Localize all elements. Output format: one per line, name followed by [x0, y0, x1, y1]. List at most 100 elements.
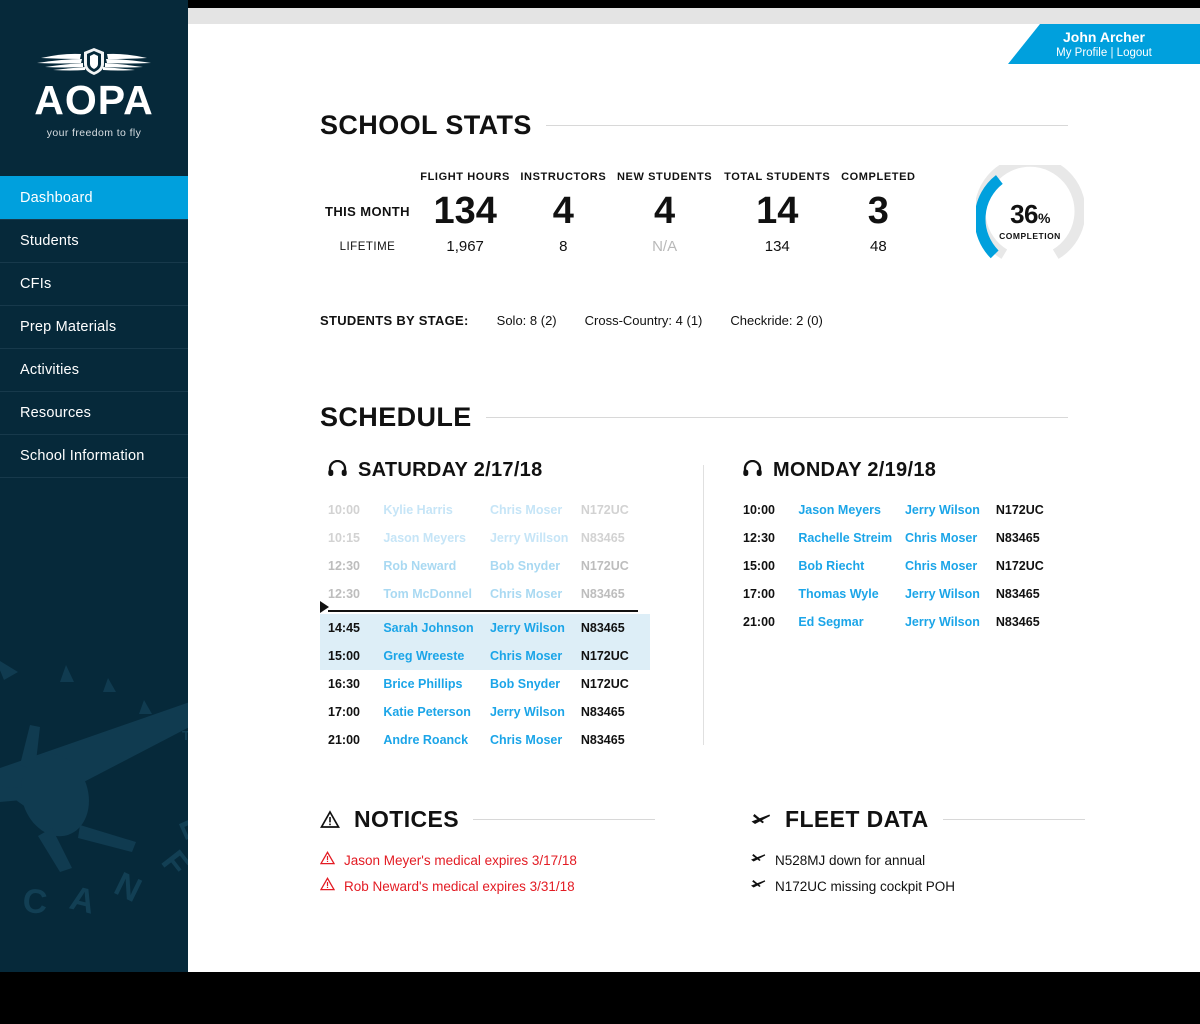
fleet-item[interactable]: N172UC missing cockpit POH — [750, 873, 1085, 899]
schedule-row[interactable]: 10:15 Jason Meyers Jerry Willson N83465 — [320, 524, 650, 552]
row-instructor[interactable]: Chris Moser — [905, 531, 996, 545]
row-student[interactable]: Greg Wreeste — [383, 649, 490, 663]
row-instructor[interactable]: Bob Snyder — [490, 559, 581, 573]
schedule-row[interactable]: 14:45 Sarah Johnson Jerry Wilson N83465 — [320, 614, 650, 642]
brand-logo: AOPA your freedom to fly — [0, 0, 188, 139]
my-profile-link[interactable]: My Profile — [1056, 47, 1107, 59]
row-student[interactable]: Andre Roanck — [383, 733, 490, 747]
row-aircraft: N83465 — [580, 705, 625, 719]
row-instructor[interactable]: Jerry Wilson — [905, 587, 996, 601]
notice-text: Jason Meyer's medical expires 3/17/18 — [344, 852, 577, 868]
row-student[interactable]: Brice Phillips — [383, 677, 490, 691]
day-header: MONDAY 2/19/18 — [735, 459, 1065, 482]
row-student[interactable]: Jason Meyers — [383, 531, 490, 545]
row-aircraft: N83465 — [580, 733, 625, 747]
row-instructor[interactable]: Jerry Wilson — [490, 621, 581, 635]
sidebar-item-prep-materials[interactable]: Prep Materials — [0, 305, 188, 349]
row-student[interactable]: Tom McDonnel — [383, 587, 490, 601]
airplane-icon — [750, 851, 766, 870]
sidebar-item-resources[interactable]: Resources — [0, 391, 188, 435]
warning-triangle-icon — [319, 850, 336, 870]
row-student[interactable]: Ed Segmar — [798, 615, 905, 629]
row-time: 21:00 — [328, 733, 360, 747]
row-instructor[interactable]: Chris Moser — [490, 503, 581, 517]
row-time: 12:30 — [328, 559, 360, 573]
row-instructor[interactable]: Jerry Wilson — [490, 705, 581, 719]
schedule-row[interactable]: 17:00 Thomas Wyle Jerry Wilson N83465 — [735, 580, 1065, 608]
row-instructor[interactable]: Jerry Willson — [490, 531, 581, 545]
stats-col-new-students: NEW STUDENTS — [617, 171, 713, 183]
row-instructor[interactable]: Chris Moser — [490, 587, 581, 601]
sidebar-item-dashboard[interactable]: Dashboard — [0, 176, 188, 220]
row-student[interactable]: Sarah Johnson — [383, 621, 490, 635]
stats-table: FLIGHT HOURS INSTRUCTORS NEW STUDENTS TO… — [320, 171, 920, 261]
logout-link[interactable]: Logout — [1117, 47, 1152, 59]
schedule-heading: SCHEDULE — [320, 402, 1068, 433]
row-time: 10:00 — [328, 503, 360, 517]
sidebar-item-students[interactable]: Students — [0, 219, 188, 263]
row-aircraft: N83465 — [995, 587, 1040, 601]
school-stats-section: SCHOOL STATS FLIGHT HOURS INSTRUCTORS NE… — [320, 110, 1086, 328]
row-aircraft: N172UC — [580, 503, 629, 517]
schedule-row[interactable]: 17:00 Katie Peterson Jerry Wilson N83465 — [320, 698, 650, 726]
fleet-text: N172UC missing cockpit POH — [775, 878, 956, 894]
row-instructor[interactable]: Chris Moser — [490, 733, 581, 747]
day-title: SATURDAY 2/17/18 — [358, 459, 543, 481]
schedule-row[interactable]: 10:00 Kylie Harris Chris Moser N172UC — [320, 496, 650, 524]
bottom-letterbox — [0, 972, 1200, 1024]
heading-rule — [545, 125, 1068, 126]
schedule-row[interactable]: 21:00 Ed Segmar Jerry Wilson N83465 — [735, 608, 1065, 636]
brand-tagline: your freedom to fly — [46, 127, 142, 139]
row-instructor[interactable]: Bob Snyder — [490, 677, 581, 691]
heading-rule — [473, 819, 655, 820]
schedule-row[interactable]: 10:00 Jason Meyers Jerry Wilson N172UC — [735, 496, 1065, 524]
stats-row-label-lifetime: LIFETIME — [339, 241, 396, 253]
notices-heading: NOTICES — [320, 806, 655, 833]
schedule-row[interactable]: 12:30 Rob Neward Bob Snyder N172UC — [320, 552, 650, 580]
stats-grid: FLIGHT HOURS INSTRUCTORS NEW STUDENTS TO… — [320, 155, 1086, 261]
row-instructor[interactable]: Chris Moser — [490, 649, 581, 663]
notice-text: Rob Neward's medical expires 3/31/18 — [344, 878, 575, 894]
stats-col-total-students: TOTAL STUDENTS — [724, 171, 831, 183]
sidebar-item-school-information[interactable]: School Information — [0, 434, 188, 478]
row-aircraft: N83465 — [580, 531, 625, 545]
stat-month-completed: 3 — [867, 190, 889, 232]
sidebar-item-label: Dashboard — [20, 190, 93, 206]
fleet-item[interactable]: N528MJ down for annual — [750, 847, 1085, 873]
schedule-row[interactable]: 12:30 Rachelle Streim Chris Moser N83465 — [735, 524, 1065, 552]
user-links: My Profile | Logout — [1008, 46, 1200, 61]
notice-item[interactable]: Jason Meyer's medical expires 3/17/18 — [319, 847, 655, 873]
sidebar-item-activities[interactable]: Activities — [0, 348, 188, 392]
schedule-row[interactable]: 16:30 Brice Phillips Bob Snyder N172UC — [320, 670, 650, 698]
row-student[interactable]: Rachelle Streim — [798, 531, 905, 545]
sidebar-item-label: Activities — [20, 362, 80, 378]
stat-month-instructors: 4 — [552, 190, 574, 232]
schedule-rows: 10:00 Kylie Harris Chris Moser N172UC 10:15… — [320, 496, 650, 754]
row-instructor[interactable]: Jerry Wilson — [905, 615, 996, 629]
row-student[interactable]: Thomas Wyle — [798, 587, 905, 601]
stat-life-completed: 48 — [869, 238, 887, 255]
stats-corner-cell — [320, 171, 415, 189]
schedule-rows: 10:00 Jason Meyers Jerry Wilson N172UC 12:3… — [735, 496, 1065, 636]
row-student[interactable]: Bob Riecht — [798, 559, 905, 573]
row-time: 10:15 — [328, 531, 360, 545]
sidebar-item-cfis[interactable]: CFIs — [0, 262, 188, 306]
row-student[interactable]: Kylie Harris — [383, 503, 490, 517]
gauge-label: 36% COMPLETION — [976, 199, 1084, 241]
svg-text:A: A — [66, 879, 99, 922]
row-time: 12:30 — [328, 587, 360, 601]
notice-item[interactable]: Rob Neward's medical expires 3/31/18 — [319, 873, 655, 899]
schedule-row[interactable]: 15:00 Bob Riecht Chris Moser N172UC — [735, 552, 1065, 580]
stats-col-flight-hours: FLIGHT HOURS — [420, 171, 510, 183]
schedule-section: SCHEDULE SATURDAY 2/17/18 10:00 Kylie Har… — [320, 402, 1068, 754]
row-student[interactable]: Jason Meyers — [798, 503, 905, 517]
row-student[interactable]: Rob Neward — [383, 559, 490, 573]
schedule-row[interactable]: 21:00 Andre Roanck Chris Moser N83465 — [320, 726, 650, 754]
row-instructor[interactable]: Jerry Wilson — [905, 503, 996, 517]
schedule-row[interactable]: 12:30 Tom McDonnel Chris Moser N83465 — [320, 580, 650, 608]
stat-life-instructors: 8 — [559, 238, 568, 255]
schedule-row[interactable]: 15:00 Greg Wreeste Chris Moser N172UC — [320, 642, 650, 670]
row-aircraft: N83465 — [580, 587, 625, 601]
row-student[interactable]: Katie Peterson — [383, 705, 490, 719]
row-instructor[interactable]: Chris Moser — [905, 559, 996, 573]
